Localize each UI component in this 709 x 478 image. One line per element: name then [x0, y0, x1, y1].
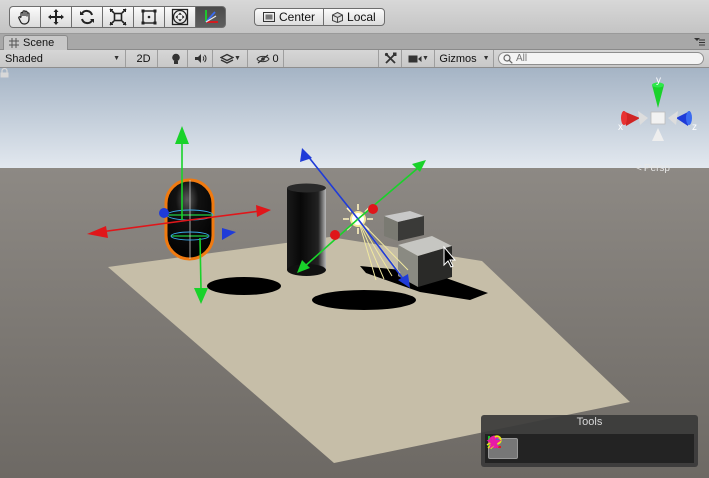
grid-icon: [9, 38, 19, 48]
rotate-tool-button[interactable]: [71, 6, 102, 28]
pivot-rotation-label: Local: [347, 10, 376, 24]
cylinder-object[interactable]: [287, 183, 326, 277]
chevron-down-icon: ▼: [422, 55, 429, 62]
pivot-center-icon: [263, 12, 275, 22]
custom-axis-icon: [204, 10, 218, 23]
gizmos-label: Gizmos: [439, 52, 477, 65]
audio-toggle-button[interactable]: [189, 50, 213, 67]
toggle-2d-button[interactable]: 2D: [130, 50, 158, 67]
lock-icon[interactable]: [0, 68, 9, 78]
tools-overlay-panel: Tools: [481, 415, 698, 467]
unity-editor-window: Center Local Scene Shaded ▼ 2D ▼ 0 ▼ Giz…: [0, 0, 709, 478]
scene-search-field[interactable]: [498, 52, 704, 65]
hand-icon: [18, 10, 30, 25]
transform-tool-button[interactable]: [164, 6, 195, 28]
projection-label: Persp: [643, 163, 670, 174]
tab-menu-icon[interactable]: [693, 37, 705, 47]
gizmo-axis-x-label: x: [618, 122, 623, 133]
speaker-icon: [195, 54, 207, 63]
cylinder-shadow: [312, 290, 416, 310]
chevron-down-icon: ▼: [482, 55, 490, 62]
tools-panel-buttons: [485, 434, 694, 463]
hidden-count-label: 0: [272, 52, 279, 65]
tools-capsule-button[interactable]: [488, 435, 551, 459]
pivot-mode-button[interactable]: Center: [254, 8, 324, 26]
transform-icon: [171, 8, 189, 26]
tab-scene[interactable]: Scene: [3, 35, 68, 50]
lighting-toggle-button[interactable]: [164, 50, 188, 67]
camera-settings-dropdown[interactable]: ▼: [403, 50, 435, 67]
move-icon: [48, 9, 64, 25]
eye-slash-icon: [256, 54, 271, 63]
toggle-2d-label: 2D: [136, 52, 151, 65]
chevron-down-icon: ▼: [234, 55, 241, 62]
persp-arrow-icon: <: [636, 163, 642, 174]
capsule-shadow: [207, 277, 281, 295]
scale-icon: [109, 8, 127, 26]
pivot-rotation-button[interactable]: Local: [323, 8, 385, 26]
search-input[interactable]: [516, 53, 696, 64]
rect-tool-button[interactable]: [133, 6, 164, 28]
transform-tools-group: [9, 6, 226, 28]
hidden-objects-toggle[interactable]: 0: [252, 50, 284, 67]
projection-toggle[interactable]: < Persp: [636, 163, 670, 174]
editor-tab-bar: Scene: [0, 34, 709, 50]
hand-tool-button[interactable]: [9, 6, 40, 28]
gizmo-axis-y-label: y: [656, 75, 661, 86]
gizmo-axis-z-label: z: [692, 122, 697, 133]
tools-star-button[interactable]: [486, 435, 617, 459]
scene-viewport[interactable]: y x z < Persp Tools: [0, 68, 709, 478]
tab-scene-label: Scene: [23, 37, 55, 49]
tools-crossed-icon: [384, 52, 396, 64]
star-icon: [486, 435, 502, 449]
camera-icon: [408, 55, 422, 62]
lightbulb-icon: [171, 53, 180, 64]
shading-mode-dropdown[interactable]: Shaded ▼: [0, 50, 126, 67]
pivot-mode-label: Center: [279, 10, 316, 24]
scene-tools-button[interactable]: [378, 50, 402, 67]
effects-dropdown[interactable]: ▼: [214, 50, 248, 67]
rect-icon: [141, 9, 157, 25]
main-toolbar: Center Local: [0, 0, 709, 34]
search-icon: [503, 53, 513, 64]
custom-tool-button[interactable]: [195, 6, 226, 28]
scale-tool-button[interactable]: [102, 6, 133, 28]
move-tool-button[interactable]: [40, 6, 71, 28]
sky: [0, 68, 709, 168]
pivot-toggle-group: Center Local: [254, 6, 385, 28]
gizmos-dropdown[interactable]: Gizmos ▼: [436, 50, 494, 67]
scene-view-toolbar: Shaded ▼ 2D ▼ 0 ▼ Gizmos ▼: [0, 50, 709, 68]
tools-panel-title: Tools: [576, 416, 603, 428]
shading-mode-label: Shaded: [5, 52, 43, 65]
chevron-down-icon: ▼: [113, 55, 120, 62]
effects-layers-icon: [220, 53, 235, 64]
tools-light-button[interactable]: [486, 435, 584, 459]
rotate-icon: [80, 9, 94, 25]
local-cube-icon: [332, 11, 344, 23]
